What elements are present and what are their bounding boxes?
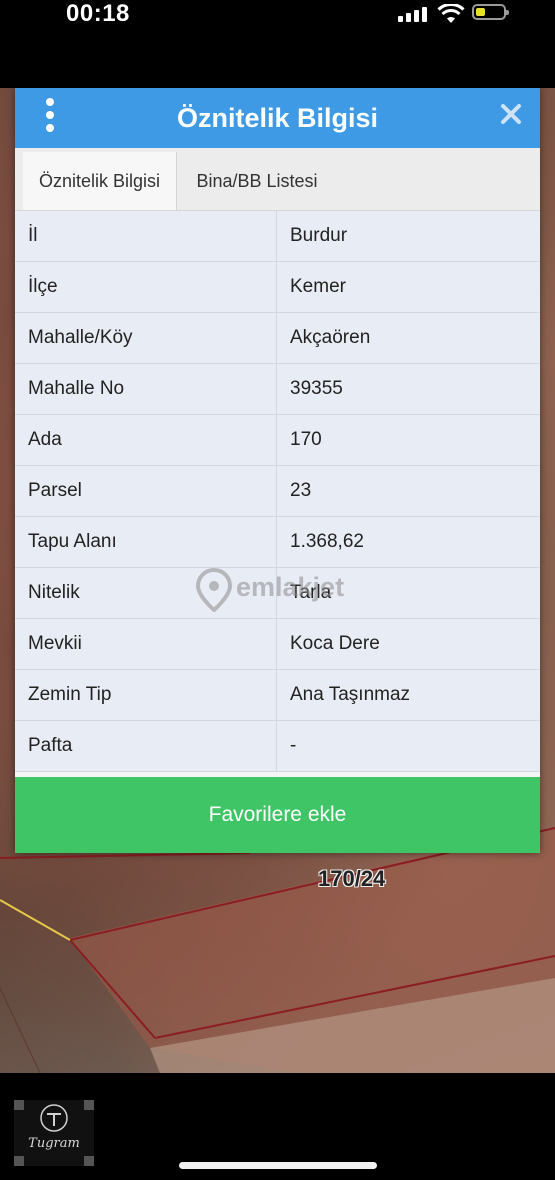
table-row: Pafta - <box>15 720 540 772</box>
row-value: Koca Dere <box>276 618 540 670</box>
tab-bar: Öznitelik Bilgisi Bina/BB Listesi <box>15 148 540 211</box>
row-value: Burdur <box>276 211 540 262</box>
signal-icon <box>398 6 428 22</box>
table-row: İlçe Kemer <box>15 261 540 313</box>
dialog-header: Öznitelik Bilgisi <box>15 88 540 148</box>
table-row: Mahalle No 39355 <box>15 363 540 415</box>
logo-text: Tugram <box>28 1136 80 1151</box>
row-key: Mevkii <box>15 618 277 670</box>
row-key: Mahalle/Köy <box>15 312 277 364</box>
wifi-icon <box>437 4 465 23</box>
parcel-label: 170/24 <box>318 866 386 891</box>
row-key: Mahalle No <box>15 363 277 415</box>
row-key: İlçe <box>15 261 277 313</box>
location-pin-icon <box>195 567 233 613</box>
battery-icon <box>472 4 509 20</box>
row-key: Pafta <box>15 720 277 772</box>
table-row: Ada 170 <box>15 414 540 466</box>
row-value: 1.368,62 <box>276 516 540 568</box>
row-key: Tapu Alanı <box>15 516 277 568</box>
row-value: 170 <box>276 414 540 466</box>
dialog-title: Öznitelik Bilgisi <box>176 103 379 133</box>
tab-building-list[interactable]: Bina/BB Listesi <box>183 152 331 210</box>
watermark: emlakjet <box>195 567 366 613</box>
row-value: 39355 <box>276 363 540 415</box>
close-icon[interactable] <box>499 102 523 126</box>
row-key: İl <box>15 211 277 262</box>
status-time: 00:18 <box>66 0 130 27</box>
watermark-text: emlakjet <box>236 572 345 602</box>
row-key: Parsel <box>15 465 277 517</box>
row-value: 23 <box>276 465 540 517</box>
table-row: Tapu Alanı 1.368,62 <box>15 516 540 568</box>
table-row: Parsel 23 <box>15 465 540 517</box>
add-favorite-button[interactable]: Favorilere ekle <box>15 777 540 853</box>
status-bar: 00:18 <box>0 0 555 36</box>
row-value: Kemer <box>276 261 540 313</box>
table-row: Mahalle/Köy Akçaören <box>15 312 540 364</box>
table-row: İl Burdur <box>15 211 540 262</box>
home-indicator[interactable] <box>179 1162 377 1169</box>
attribute-table: İl Burdur İlçe Kemer Mahalle/Köy Akçaören M… <box>15 211 540 772</box>
attribute-dialog: Öznitelik Bilgisi Öznitelik Bilgisi Bina… <box>15 88 540 853</box>
logo-emblem-icon <box>14 1100 94 1166</box>
brand-logo: Tugram <box>14 1100 94 1166</box>
row-key: Zemin Tip <box>15 669 277 721</box>
table-row: Mevkii Koca Dere <box>15 618 540 670</box>
row-value: - <box>276 720 540 772</box>
row-value: Ana Taşınmaz <box>276 669 540 721</box>
row-key: Ada <box>15 414 277 466</box>
tab-attribute-info[interactable]: Öznitelik Bilgisi <box>23 152 177 210</box>
row-value: Akçaören <box>276 312 540 364</box>
table-row: Zemin Tip Ana Taşınmaz <box>15 669 540 721</box>
